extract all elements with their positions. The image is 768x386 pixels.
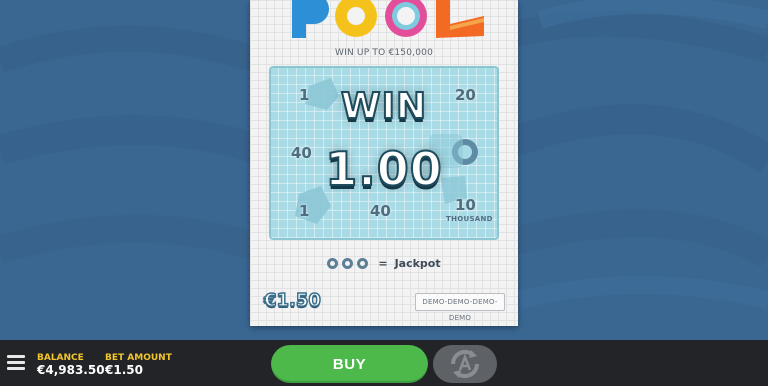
max-win-text: WIN UP TO €150,000 [334,48,433,58]
win-amount: 1.00 [324,141,443,197]
scratch-play-area[interactable]: 1 20 40 1 40 10 THOUSAND WIN 1.00 [269,66,499,240]
ring-icon [357,258,369,269]
ring-icon [327,258,339,269]
jackpot-legend: = Jackpot [250,257,518,270]
demo-badge: DEMO-DEMO-DEMO-DEMO [415,293,505,322]
balance-value: €4,983.50 [37,363,105,377]
equals-sign: = [378,257,388,270]
jackpot-label: Jackpot [394,257,441,270]
symbol-cell-unit: THOUSAND [446,215,493,223]
symbol-cell: 40 [370,202,391,220]
win-label: WIN [340,85,428,128]
pool-logo [292,0,484,38]
autoplay-button[interactable] [433,345,497,383]
buy-button[interactable]: BUY [271,345,428,383]
bet-amount-value[interactable]: €1.50 [105,363,143,377]
bet-amount-label: BET AMOUNT [105,353,172,363]
ring-icon [342,258,354,269]
ticket-price: €1.50 [263,289,321,312]
scratch-ticket: WIN UP TO €150,000 1 20 40 1 40 10 THOUS… [250,0,518,326]
symbol-cell: 1 [299,202,310,220]
symbol-cell: 10 [455,196,476,214]
hamburger-menu-icon[interactable] [7,355,25,371]
balance-label: BALANCE [37,353,84,363]
autoplay-icon [450,349,480,379]
